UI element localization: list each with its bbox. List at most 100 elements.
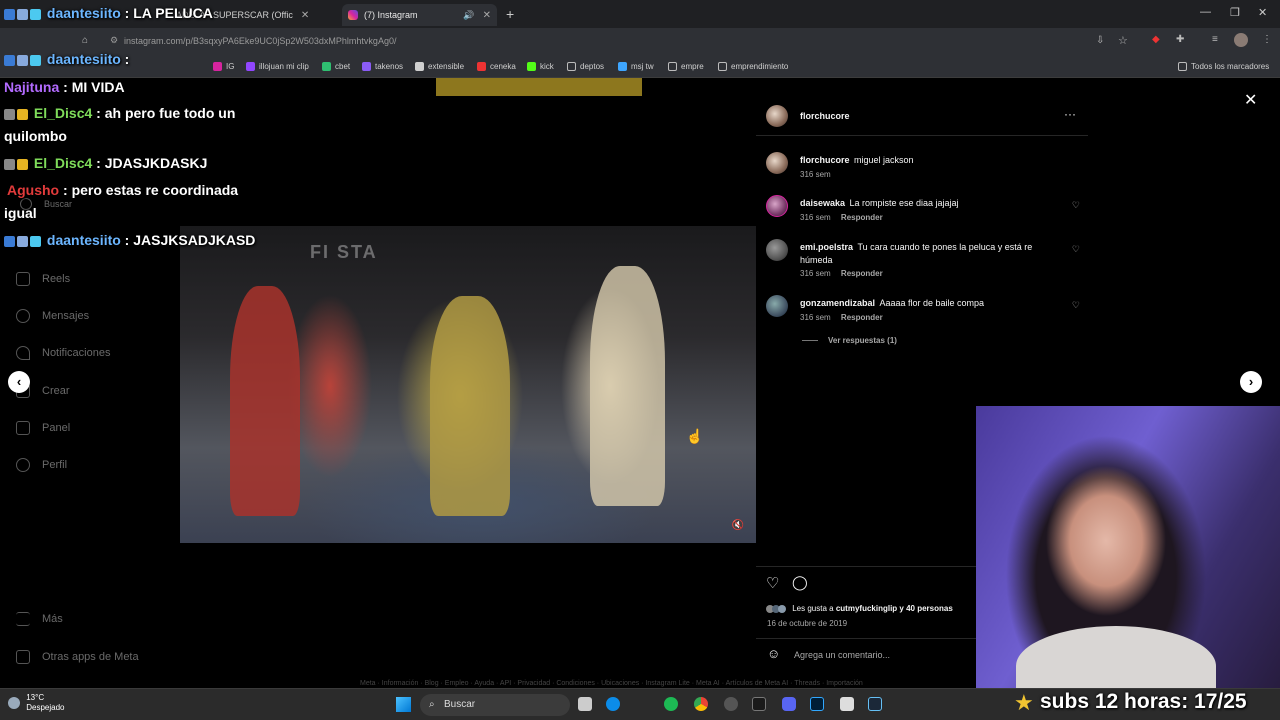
chat-text: ah pero fue todo un (104, 105, 236, 121)
chat-text: JDASJKDASKJ (104, 155, 208, 171)
discord-icon[interactable] (782, 697, 796, 711)
sidebar-item-dashboard[interactable]: Panel (16, 421, 70, 435)
obs-icon[interactable] (724, 697, 738, 711)
reply-button[interactable]: Responder (841, 269, 883, 278)
chrome-icon[interactable] (694, 697, 708, 711)
steam-icon[interactable] (868, 697, 882, 711)
taskbar-search[interactable]: ⌕ Buscar (420, 694, 570, 716)
video-dancer (590, 266, 665, 506)
reply-button[interactable]: Responder (841, 213, 883, 222)
moon-icon (8, 697, 20, 709)
caption-avatar[interactable] (766, 152, 788, 174)
mute-icon[interactable]: 🔇 (732, 520, 744, 531)
sidebar-item-reels[interactable]: Reels (16, 272, 70, 286)
extensions-puzzle-icon[interactable]: ✚ (1176, 34, 1184, 45)
author-avatar[interactable] (766, 105, 788, 127)
bookmark-item[interactable]: illojuan mi clip (246, 62, 309, 71)
caption-username[interactable]: florchucore (800, 155, 850, 165)
emoji-icon[interactable]: ☺ (767, 646, 780, 661)
close-tab-icon[interactable]: ✕ (483, 10, 491, 21)
maximize-icon[interactable]: ❐ (1230, 6, 1240, 19)
comment-username[interactable]: daisewaka (800, 198, 845, 208)
minimize-icon[interactable]: — (1200, 6, 1211, 18)
tab-instagram[interactable]: (7) Instagram 🔊 ✕ (342, 4, 497, 26)
chat-text: MI VIDA (71, 79, 125, 95)
badge-icon (17, 54, 28, 66)
photoshop-icon[interactable] (810, 697, 824, 711)
like-comment-icon[interactable]: ♡ (1072, 300, 1080, 311)
badge-icon (17, 235, 28, 247)
sidebar-item-messages[interactable]: Mensajes (16, 309, 89, 323)
extension-icon[interactable]: ◆ (1152, 34, 1160, 45)
chat-user: daantesiito (46, 232, 121, 248)
sidebar-item-profile[interactable]: Perfil (16, 458, 67, 472)
like-comment-icon[interactable]: ♡ (1072, 200, 1080, 211)
post-video[interactable]: FI STA 🔇 (180, 226, 756, 543)
close-modal-button[interactable]: ✕ (1244, 90, 1257, 110)
post-header: florchucore ··· (756, 96, 1088, 136)
weather-widget[interactable]: 13°C Despejado (8, 693, 64, 713)
comment-avatar[interactable] (766, 239, 788, 261)
sidebar-item-notifications[interactable]: Notificaciones (16, 346, 110, 360)
url-field[interactable]: instagram.com/p/B3sqxyPA6Eke9UC0jSp2W503… (124, 36, 396, 46)
bookmark-item[interactable]: msj tw (618, 62, 654, 71)
bookmark-item[interactable]: kick (527, 62, 554, 71)
sidebar-item-more[interactable]: Más (16, 612, 63, 626)
author-username[interactable]: florchucore (800, 111, 850, 121)
bookmark-item[interactable]: takenos (362, 62, 403, 71)
app-icon[interactable] (752, 697, 766, 711)
like-comment-icon[interactable]: ♡ (1072, 244, 1080, 255)
comment-time: 316 sem (800, 213, 831, 222)
comment-time: 316 sem (800, 313, 831, 322)
tab-search-icon[interactable]: ≡ (1212, 34, 1218, 45)
home-icon[interactable]: ⌂ (82, 35, 88, 46)
bookmark-folder[interactable]: empre (668, 62, 704, 71)
site-info-icon[interactable]: ⚙ (110, 35, 118, 46)
bookmark-star-icon[interactable]: ☆ (1118, 34, 1128, 47)
view-replies-button[interactable]: Ver respuestas (1) (802, 336, 897, 345)
liker-username[interactable]: cutmyfuckinglip (836, 604, 897, 613)
badge-icon (30, 235, 41, 247)
comment-avatar[interactable] (766, 295, 788, 317)
reply-button[interactable]: Responder (841, 313, 883, 322)
menu-icon[interactable]: ⋮ (1262, 34, 1272, 45)
comment-username[interactable]: gonzamendizabal (800, 298, 875, 308)
bookmark-item[interactable]: ceneka (477, 62, 516, 71)
windows-start-icon[interactable] (396, 697, 411, 712)
task-view-icon[interactable] (578, 697, 592, 711)
close-window-icon[interactable]: ✕ (1258, 6, 1267, 19)
sidebar-item-meta-apps[interactable]: Otras apps de Meta (16, 650, 139, 664)
comment-icon[interactable]: ◯ (792, 574, 808, 591)
chat-message: Najituna : MI VIDA (4, 76, 125, 98)
bookmark-icon (527, 62, 536, 71)
profile-avatar[interactable] (1234, 33, 1248, 47)
add-comment-input[interactable]: Agrega un comentario... (794, 650, 890, 660)
edge-icon[interactable] (606, 697, 620, 711)
profile-icon (16, 458, 30, 472)
previous-post-button[interactable]: ‹ (8, 371, 30, 393)
close-tab-icon[interactable]: ✕ (301, 10, 309, 21)
likes-count[interactable]: y 40 personas (899, 604, 952, 613)
bookmark-item[interactable]: cbet (322, 62, 350, 71)
bookmark-item[interactable]: IG (213, 62, 234, 71)
post-date: 16 de octubre de 2019 (767, 619, 848, 628)
more-options-icon[interactable]: ··· (1064, 107, 1076, 121)
chat-message: daantesiito : LA PELUCA (4, 2, 213, 24)
bookmark-icon (618, 62, 627, 71)
like-post-icon[interactable]: ♡ (766, 574, 779, 592)
bookmark-item[interactable]: extensible (415, 62, 464, 71)
spotify-icon[interactable] (664, 697, 678, 711)
comment-username[interactable]: emi.poelstra (800, 242, 853, 252)
bookmark-folder[interactable]: deptos (567, 62, 604, 71)
bookmark-icon (322, 62, 331, 71)
all-bookmarks-folder[interactable]: Todos los marcadores (1178, 62, 1269, 71)
bookmark-icon (362, 62, 371, 71)
new-tab-button[interactable]: + (506, 6, 514, 22)
install-icon[interactable]: ⇩ (1096, 35, 1104, 46)
next-post-button[interactable]: › (1240, 371, 1262, 393)
speaker-icon[interactable]: 🔊 (463, 10, 474, 21)
capcut-icon[interactable] (840, 697, 854, 711)
folder-icon (567, 62, 576, 71)
bookmark-folder[interactable]: emprendimiento (718, 62, 788, 71)
comment-avatar[interactable] (766, 195, 788, 217)
